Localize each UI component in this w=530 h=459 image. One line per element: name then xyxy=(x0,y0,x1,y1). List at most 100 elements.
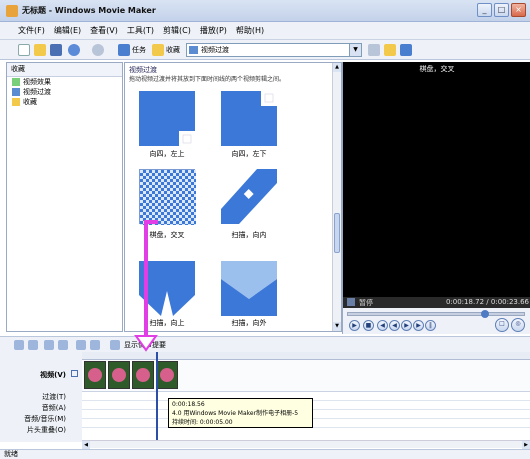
track-audio-label: 音频(A) xyxy=(41,404,66,412)
status-bar: 就绪 xyxy=(0,449,530,459)
transition-tile[interactable] xyxy=(221,169,277,224)
chevron-down-icon[interactable]: ▼ xyxy=(349,44,361,56)
menu-help[interactable]: 帮助(H) xyxy=(236,25,264,36)
scroll-right-icon[interactable]: ▶ xyxy=(522,441,530,449)
timeline-scrollbar[interactable]: ◀ ▶ xyxy=(82,440,530,449)
playback-state: 暂停 xyxy=(359,299,373,307)
pause-status-icon xyxy=(347,298,355,306)
preview-status: 暂停 0:00:18.72 / 0:00:23.66 xyxy=(343,297,530,308)
narrate-icon[interactable] xyxy=(28,340,38,350)
split-icon[interactable]: ‖ xyxy=(425,320,436,331)
window-title: 无标题 - Windows Movie Maker xyxy=(22,6,156,15)
transition-tile-label: 扫描，向内 xyxy=(231,231,267,239)
menu-edit[interactable]: 编辑(E) xyxy=(54,25,81,36)
transition-tile-label: 向四，左上 xyxy=(149,150,185,158)
tooltip-clip-name: 4.0 用Windows Movie Maker制作电子相册-5 xyxy=(172,410,299,417)
play-icon[interactable]: ▶ xyxy=(349,320,360,331)
collections-button[interactable]: 收藏 xyxy=(166,44,180,56)
transition-tile-label: 棋盘，交叉 xyxy=(149,231,185,239)
video-track[interactable] xyxy=(82,360,530,392)
track-transition-label: 过渡(T) xyxy=(42,393,66,401)
star-icon xyxy=(12,78,20,86)
menu-clip[interactable]: 剪辑(C) xyxy=(163,25,191,36)
menu-tools[interactable]: 工具(T) xyxy=(127,25,154,36)
rewind-icon[interactable]: ◀ xyxy=(389,320,400,331)
seek-bar[interactable] xyxy=(347,310,525,318)
video-clip[interactable] xyxy=(132,361,154,389)
video-clip[interactable] xyxy=(156,361,178,389)
drag-arrow-top xyxy=(144,220,158,224)
rewind-timeline-icon[interactable] xyxy=(76,340,86,350)
stop-icon[interactable]: ■ xyxy=(363,320,374,331)
maximize-button[interactable]: □ xyxy=(494,3,509,17)
open-folder-icon[interactable] xyxy=(34,44,46,56)
transition-tile-selected[interactable] xyxy=(139,169,196,225)
next-frame-icon[interactable]: ▶ xyxy=(413,320,424,331)
clip-tooltip: 0:00:18.56 4.0 用Windows Movie Maker制作电子相… xyxy=(168,398,313,428)
transition-tile[interactable] xyxy=(139,91,195,146)
content-description: 拖动视频过渡并将其放到下面时间线的两个视频剪辑之间。 xyxy=(129,76,286,83)
minimize-button[interactable]: _ xyxy=(477,3,492,17)
transitions-content-pane: 视频过渡 拖动视频过渡并将其放到下面时间线的两个视频剪辑之间。 向四，左上 向四… xyxy=(124,62,342,332)
transition-tile-label: 扫描，向上 xyxy=(149,319,185,327)
tree-item-label: 视频效果 xyxy=(23,78,51,86)
previous-frame-icon[interactable]: ◀ xyxy=(377,320,388,331)
tooltip-duration: 持续时间: 0:00:05.00 xyxy=(172,419,233,426)
toolbar: 任务 收藏 视频过渡 ▼ xyxy=(0,40,530,60)
track-music-label: 音频/音乐(M) xyxy=(24,415,66,423)
views-icon[interactable] xyxy=(400,44,412,56)
collections-header: 收藏 xyxy=(7,63,122,77)
scroll-thumb[interactable] xyxy=(334,213,340,253)
collection-select[interactable]: 视频过渡 ▼ xyxy=(186,43,362,57)
transition-tile[interactable] xyxy=(221,261,277,316)
title-bar: 无标题 - Windows Movie Maker _ □ × xyxy=(0,0,530,22)
scroll-up-icon[interactable]: ▲ xyxy=(333,63,341,72)
timeline-options-icon[interactable] xyxy=(14,340,24,350)
content-scrollbar[interactable]: ▲ ▼ xyxy=(332,63,341,331)
new-folder-icon[interactable] xyxy=(384,44,396,56)
tasks-button[interactable]: 任务 xyxy=(132,44,146,56)
tree-item-label: 收藏 xyxy=(23,98,37,106)
transition-tile-label: 扫描，向外 xyxy=(231,319,267,327)
zoom-out-icon[interactable] xyxy=(58,340,68,350)
playhead[interactable] xyxy=(156,352,158,448)
close-button[interactable]: × xyxy=(511,3,526,17)
scroll-down-icon[interactable]: ▼ xyxy=(333,322,341,331)
fullscreen-icon[interactable]: □ xyxy=(495,318,509,332)
collections-icon[interactable] xyxy=(152,44,164,56)
menu-view[interactable]: 查看(V) xyxy=(90,25,118,36)
undo-icon[interactable] xyxy=(68,44,80,56)
up-folder-icon[interactable] xyxy=(368,44,380,56)
playback-time: 0:00:18.72 / 0:00:23.66 xyxy=(445,298,529,306)
track-title-overlay-label: 片头重叠(O) xyxy=(27,426,66,434)
tooltip-time: 0:00:18.56 xyxy=(172,401,205,408)
transition-tile-label: 向四，左下 xyxy=(231,150,267,158)
redo-icon[interactable] xyxy=(92,44,104,56)
track-labels: 视频(V) 过渡(T) 音频(A) 音频/音乐(M) 片头重叠(O) xyxy=(0,352,82,442)
menu-play[interactable]: 播放(P) xyxy=(200,25,227,36)
forward-icon[interactable]: ▶ xyxy=(401,320,412,331)
tasks-icon[interactable] xyxy=(118,44,130,56)
storyboard-icon[interactable] xyxy=(110,340,120,350)
expand-icon[interactable] xyxy=(71,370,78,377)
new-project-icon[interactable] xyxy=(18,44,30,56)
transition-tile[interactable] xyxy=(221,91,277,146)
menu-bar: 文件(F) 编辑(E) 查看(V) 工具(T) 剪辑(C) 播放(P) 帮助(H… xyxy=(0,22,530,40)
drag-arrow-head xyxy=(134,335,158,352)
tree-item-video-effects[interactable]: 视频效果 xyxy=(7,77,122,87)
tree-item-label: 视频过渡 xyxy=(23,88,51,96)
video-clip[interactable] xyxy=(108,361,130,389)
tree-item-video-transitions[interactable]: 视频过渡 xyxy=(7,87,122,97)
collection-folder-icon xyxy=(189,46,198,54)
snapshot-icon[interactable]: ◎ xyxy=(511,318,525,332)
video-clip[interactable] xyxy=(84,361,106,389)
preview-screen: 棋盘，交叉 xyxy=(343,62,530,297)
save-icon[interactable] xyxy=(50,44,62,56)
tree-item-collections[interactable]: 收藏 xyxy=(7,97,122,107)
play-timeline-icon[interactable] xyxy=(90,340,100,350)
seek-knob[interactable] xyxy=(480,310,489,318)
scroll-left-icon[interactable]: ◀ xyxy=(82,441,90,449)
zoom-in-icon[interactable] xyxy=(44,340,54,350)
menu-file[interactable]: 文件(F) xyxy=(18,25,45,36)
folder-icon xyxy=(12,98,20,106)
